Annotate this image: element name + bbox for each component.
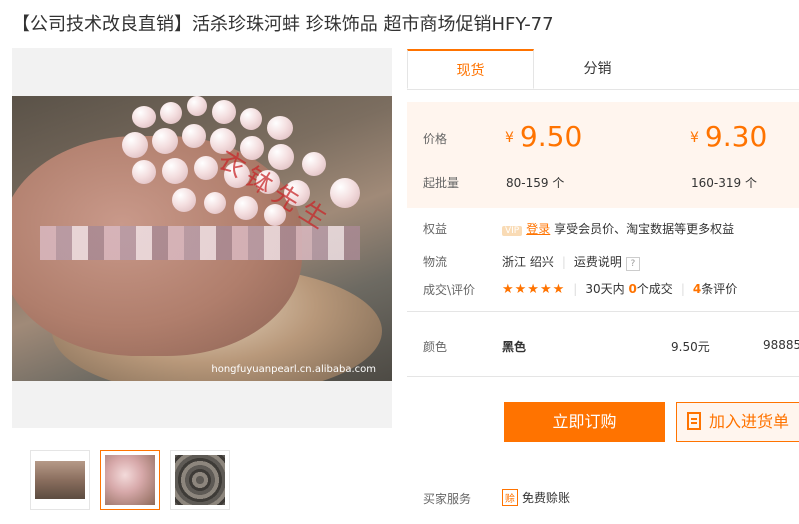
pearl <box>240 108 262 130</box>
pearl <box>187 96 207 116</box>
site-watermark: hongfuyuanpearl.cn.alibaba.com <box>211 364 376 375</box>
pearl <box>302 152 326 176</box>
price-label: 价格 <box>423 132 448 146</box>
service-value: 赊免费赊账 <box>502 489 570 506</box>
price-value: 9.50 <box>519 120 583 153</box>
price-tier-2: ¥9.30 <box>690 120 767 153</box>
shipping-info-link[interactable]: 运费说明 <box>574 255 622 269</box>
moq-label: 起批量 <box>423 176 460 190</box>
reviews-label: 成交\评价 <box>423 283 476 297</box>
thumbnail-image <box>35 461 85 499</box>
login-link[interactable]: 登录 <box>526 222 550 236</box>
divider <box>407 311 799 312</box>
thumbnail[interactable] <box>170 450 230 510</box>
days-text: 30天内 <box>585 282 625 296</box>
pearl <box>152 128 178 154</box>
thumbnail-image <box>105 455 155 505</box>
price-tier-1: ¥9.50 <box>505 120 582 153</box>
logistics-value: 浙江 绍兴 | 运费说明? <box>502 253 640 271</box>
color-price: 9.50元 <box>671 340 710 354</box>
thumbnail[interactable] <box>30 450 90 510</box>
thumbnail-active[interactable] <box>100 450 160 510</box>
credit-badge-icon: 赊 <box>502 489 518 506</box>
reviews-value: ★★★★★ | 30天内 0个成交 | 4条评价 <box>502 282 738 297</box>
pearl <box>204 192 226 214</box>
purchase-tabs: 现货 分销 <box>407 49 799 90</box>
pearl <box>122 132 148 158</box>
pearl <box>172 188 196 212</box>
page-title: 【公司技术改良直销】活杀珍珠河蚌 珍珠饰品 超市商场促销HFY-77 <box>12 14 554 35</box>
vip-badge: VIP <box>502 226 523 236</box>
review-suffix: 条评价 <box>701 282 738 296</box>
rights-label: 权益 <box>423 222 448 236</box>
review-count[interactable]: 4 <box>693 282 701 296</box>
color-label: 颜色 <box>423 340 448 354</box>
tab-in-stock[interactable]: 现货 <box>407 49 534 89</box>
service-text[interactable]: 免费赊账 <box>522 491 570 505</box>
price-value: 9.30 <box>704 120 768 153</box>
logistics-label: 物流 <box>423 255 448 269</box>
currency-symbol: ¥ <box>505 130 514 146</box>
pearl <box>234 196 258 220</box>
clipboard-icon <box>687 412 701 430</box>
thumbnail-image <box>175 455 225 505</box>
pearl <box>132 160 156 184</box>
currency-symbol: ¥ <box>690 130 699 146</box>
deal-suffix: 个成交 <box>636 282 673 296</box>
help-icon[interactable]: ? <box>625 257 640 271</box>
deal-count[interactable]: 0 <box>628 282 636 296</box>
pearl <box>267 116 293 140</box>
order-now-button[interactable]: 立即订购 <box>504 402 665 442</box>
tier-1-qty: 80-159 个 <box>506 176 565 190</box>
color-option[interactable]: 黑色 <box>502 338 526 355</box>
divider <box>407 376 799 377</box>
price-box: 价格 ¥9.50 ¥9.30 起批量 80-159 个 160-319 个 <box>407 102 799 208</box>
main-image-panel: 衣钵先生 hongfuyuanpearl.cn.alibaba.com <box>12 48 392 428</box>
pearl <box>162 158 188 184</box>
tier-2-qty: 160-319 个 <box>691 176 757 190</box>
tab-distribution[interactable]: 分销 <box>534 49 661 89</box>
ship-from-location: 浙江 绍兴 <box>502 255 554 269</box>
pearl <box>212 100 236 124</box>
pearl <box>132 106 156 128</box>
service-label: 买家服务 <box>423 492 472 506</box>
add-to-cart-button[interactable]: 加入进货单 <box>676 402 799 442</box>
star-rating-icon: ★★★★★ <box>502 282 566 297</box>
add-to-cart-label: 加入进货单 <box>709 412 790 431</box>
pearl <box>182 124 206 148</box>
color-stock: 98885 <box>763 338 799 352</box>
pearl <box>160 102 182 124</box>
rights-text: 享受会员价、淘宝数据等更多权益 <box>554 222 735 236</box>
rights-value: VIP 登录 享受会员价、淘宝数据等更多权益 <box>502 220 734 237</box>
product-photo[interactable]: 衣钵先生 hongfuyuanpearl.cn.alibaba.com <box>12 96 392 381</box>
